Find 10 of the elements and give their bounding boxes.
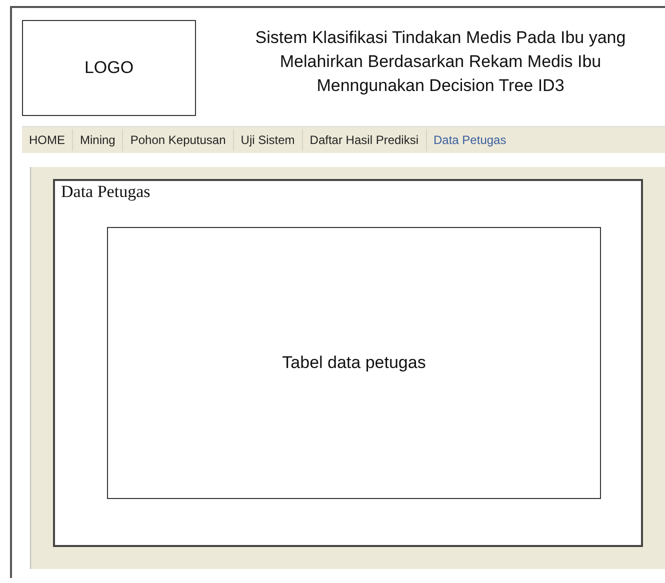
table-caption: Tabel data petugas	[282, 352, 426, 374]
nav-link[interactable]: HOME	[22, 129, 72, 151]
logo-label: LOGO	[84, 57, 134, 80]
card-heading: Data Petugas	[60, 181, 152, 203]
nav-link[interactable]: Uji Sistem	[232, 129, 302, 151]
nav-link[interactable]: Pohon Keputusan	[122, 129, 233, 151]
nav-link[interactable]: Data Petugas	[426, 129, 514, 151]
nav-link[interactable]: Daftar Hasil Prediksi	[302, 129, 426, 151]
nav-link[interactable]: Mining	[72, 129, 122, 151]
page-title: Sistem Klasifikasi Tindakan Medis Pada Ibu yang Melahirkan Berdasarkan Rekam Medis Ibu Menngunakan Decision Tree ID3	[254, 27, 627, 97]
